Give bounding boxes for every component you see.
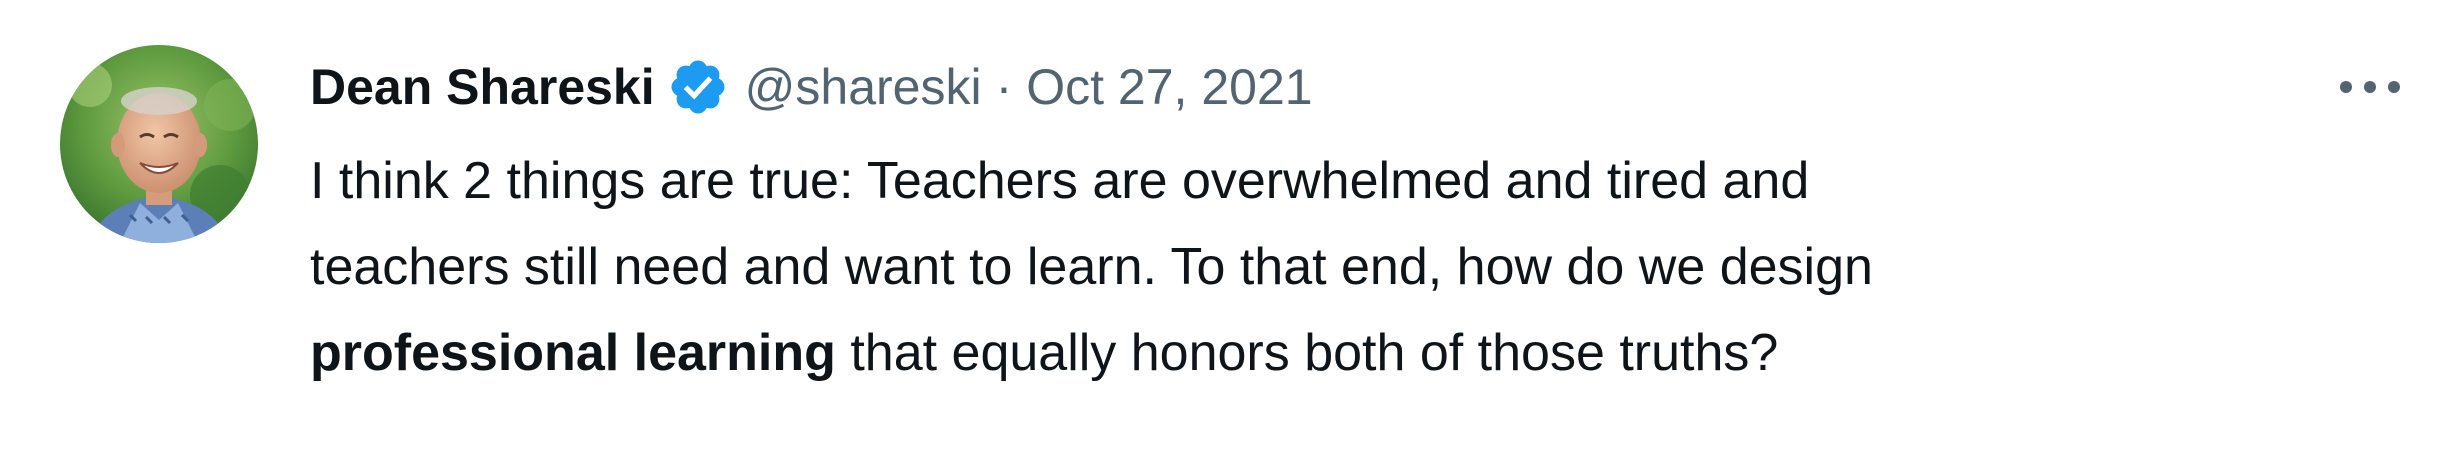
tweet-card[interactable]: Dean Shareski @shareski · Oct 27, 2021 I…	[0, 0, 2460, 450]
tweet-text-line: I think 2 things are true: Teachers are …	[310, 152, 1810, 210]
tweet-timestamp[interactable]: Oct 27, 2021	[1026, 58, 1312, 116]
header-separator: ·	[995, 59, 1013, 115]
tweet-text-fragment: that equally honors both of those truths…	[835, 324, 1779, 382]
tweet-text-line: teachers still need and want to learn. T…	[310, 238, 1873, 296]
tweet-header: Dean Shareski @shareski · Oct 27, 2021	[310, 52, 1313, 122]
author-handle[interactable]: @shareski	[745, 58, 982, 116]
tweet-text-line: professional learning that equally honor…	[310, 310, 2350, 396]
bold-phrase: professional learning	[310, 324, 836, 382]
tweet-text: I think 2 things are true: Teachers are …	[310, 138, 2350, 396]
avatar[interactable]	[60, 45, 258, 243]
author-display-name[interactable]: Dean Shareski	[310, 58, 655, 116]
verified-badge-icon	[667, 56, 729, 118]
more-horizontal-icon[interactable]	[2330, 62, 2410, 112]
